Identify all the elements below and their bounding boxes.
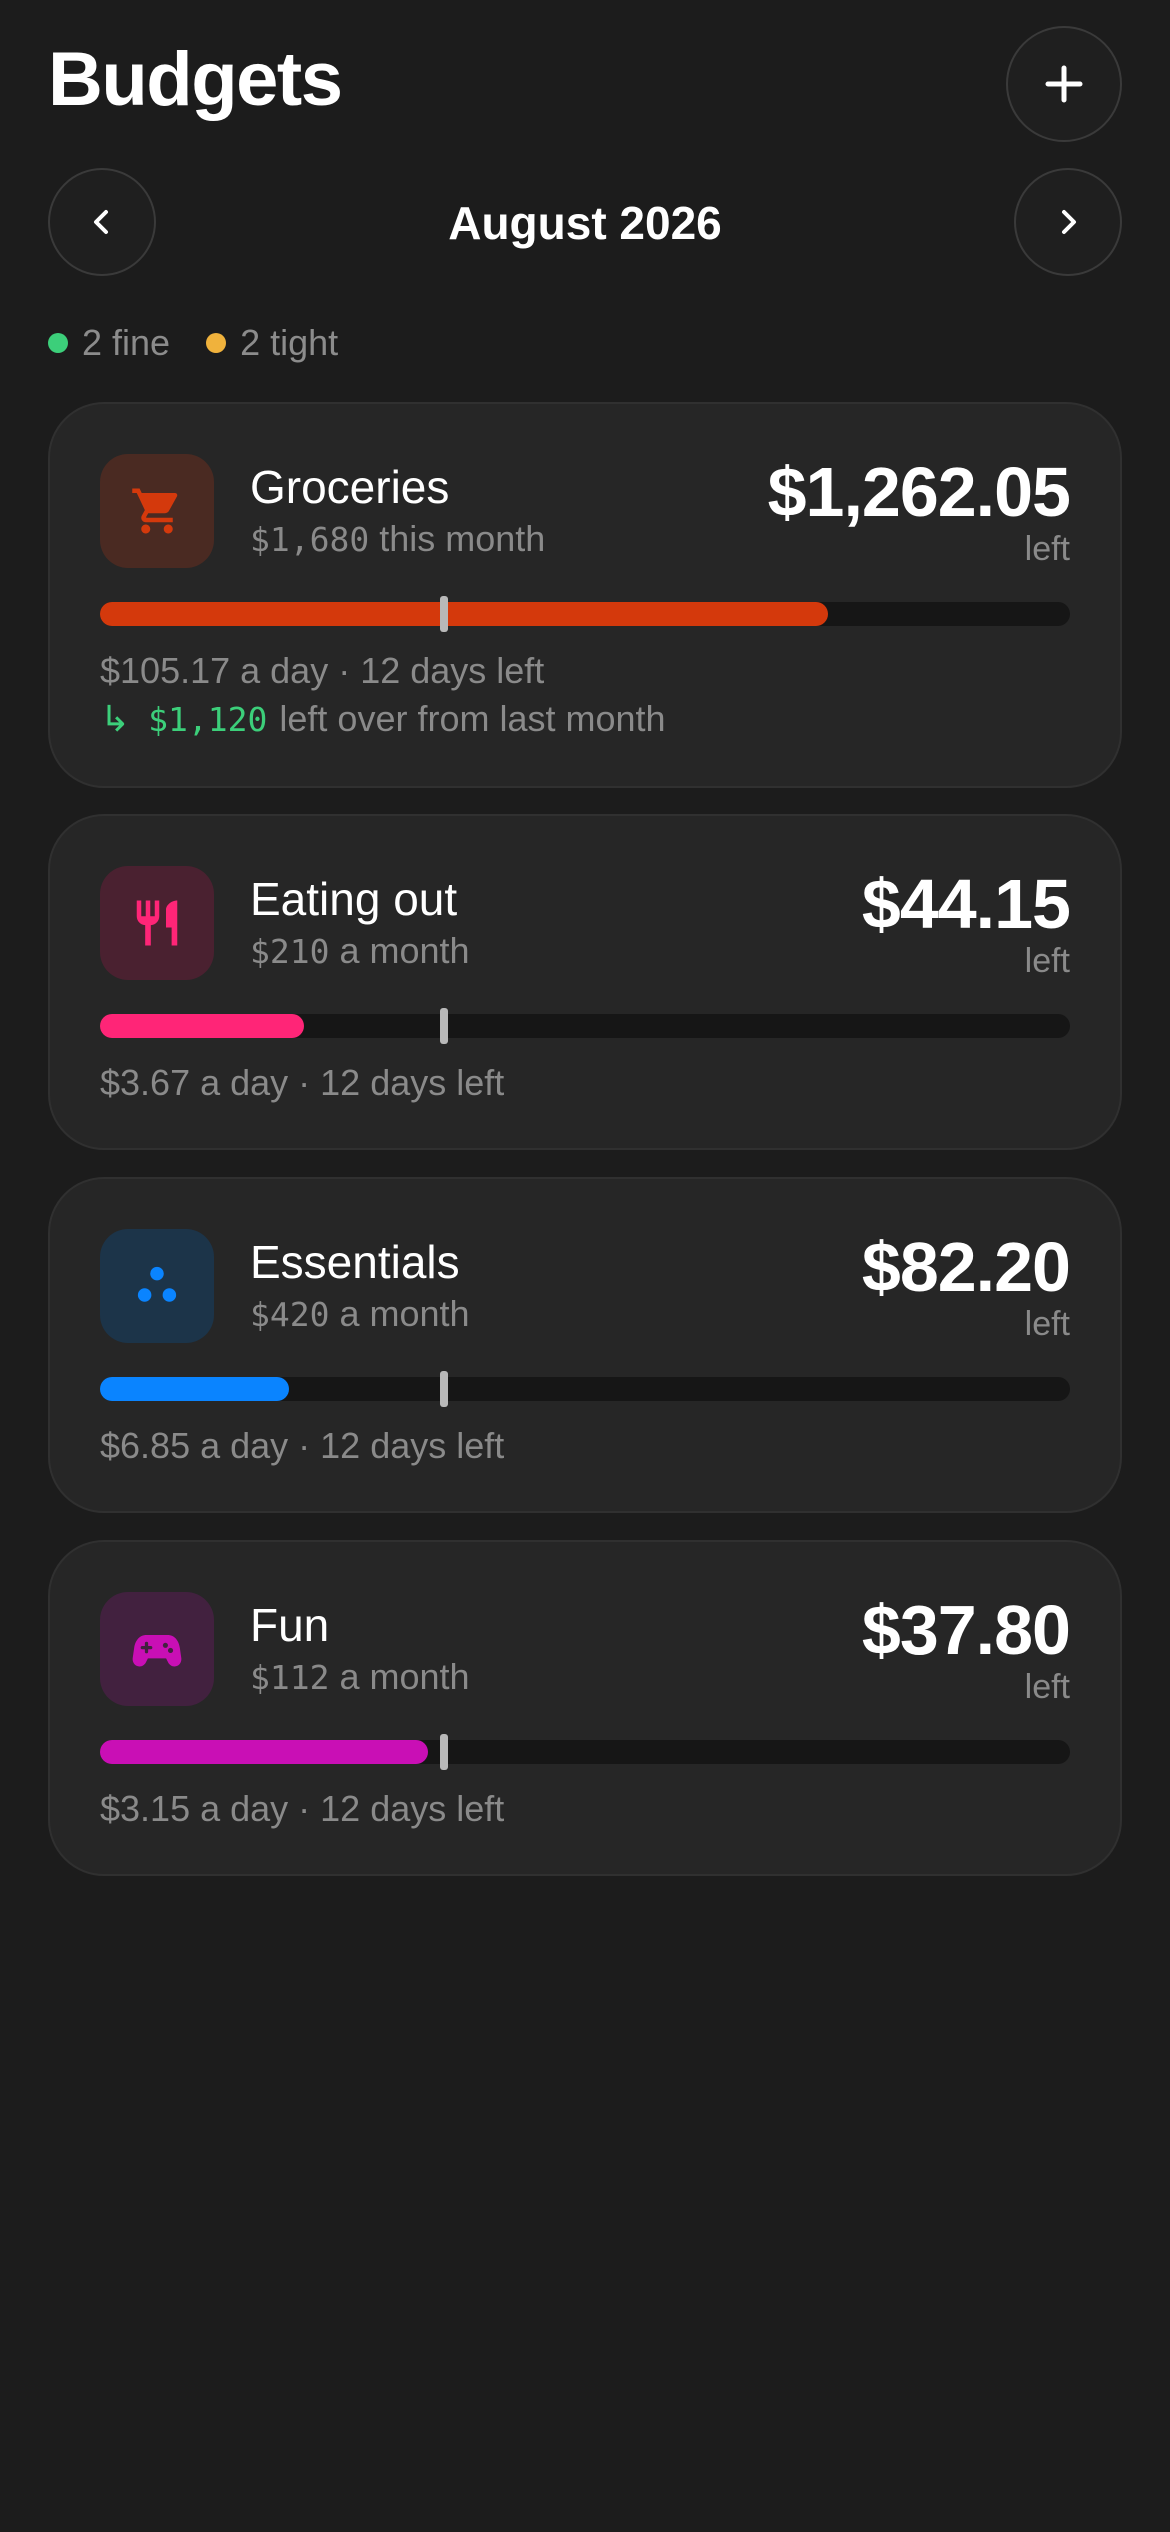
today-marker xyxy=(440,1734,449,1770)
amount-left: $1,262.05 xyxy=(767,453,1071,531)
gamepad-icon xyxy=(132,1635,182,1667)
progress-track xyxy=(100,596,1070,632)
budget-name: Fun xyxy=(250,1599,330,1651)
daily-allowance: $3.15 a day · 12 days left xyxy=(100,1788,505,1829)
amount-left-label: left xyxy=(1024,530,1070,568)
daily-allowance: $6.85 a day · 12 days left xyxy=(100,1425,505,1466)
budget-card-fun[interactable]: Fun $112 a month $37.80 left $3.15 a day… xyxy=(48,1540,1122,1876)
today-marker xyxy=(440,1371,449,1407)
budget-name: Essentials xyxy=(250,1236,460,1288)
amount-left: $44.15 xyxy=(861,865,1071,943)
budget-name: Groceries xyxy=(250,461,450,513)
fine-status-dot xyxy=(48,333,68,353)
progress-track xyxy=(100,1008,1070,1044)
budget-icon-tile xyxy=(100,1229,214,1343)
amount-left: $37.80 xyxy=(861,1591,1071,1669)
rollover-text: left over from last month xyxy=(279,698,666,739)
budget-card-essentials[interactable]: Essentials $420 a month $82.20 left $6.8… xyxy=(48,1177,1122,1513)
budget-icon-tile xyxy=(100,1592,214,1706)
plus-icon xyxy=(1045,65,1083,103)
rollover-arrow-icon: ↳ xyxy=(100,698,131,739)
budget-amount-line: $420 a month xyxy=(250,1293,470,1335)
three-dots-icon xyxy=(137,1266,177,1302)
rollover-amount: $1,120 xyxy=(148,700,268,739)
page-title: Budgets xyxy=(48,37,343,122)
add-budget-button[interactable] xyxy=(1006,26,1122,142)
month-label: August 2026 xyxy=(448,197,722,249)
fork-knife-icon xyxy=(136,900,178,946)
progress-fill xyxy=(100,1740,428,1764)
amount-left-label: left xyxy=(1024,942,1070,980)
amount-left: $82.20 xyxy=(861,1228,1071,1306)
budget-amount: $210 xyxy=(250,932,330,971)
budget-amount-line: $1,680 this month xyxy=(250,518,545,560)
amount-left-label: left xyxy=(1024,1668,1070,1706)
tight-status-dot xyxy=(206,333,227,353)
budget-icon-tile xyxy=(100,454,214,568)
daily-allowance: $105.17 a day · 12 days left xyxy=(100,650,545,691)
status-summary: 2 fine 2 tight xyxy=(48,322,374,364)
next-month-button[interactable] xyxy=(1014,168,1122,276)
budget-period: a month xyxy=(329,1656,470,1697)
amount-left-label: left xyxy=(1024,1305,1070,1343)
progress-fill xyxy=(100,1014,304,1038)
budget-period: this month xyxy=(369,518,546,559)
summary-tight: 2 tight xyxy=(206,322,338,364)
budget-amount-line: $112 a month xyxy=(250,1656,470,1698)
month-navigation: August 2026 xyxy=(48,168,1122,276)
chevron-right-icon xyxy=(1062,210,1076,234)
today-marker xyxy=(440,596,449,632)
budget-card-eating-out[interactable]: Eating out $210 a month $44.15 left $3.6… xyxy=(48,814,1122,1150)
budget-card-groceries[interactable]: Groceries $1,680 this month $1,262.05 le… xyxy=(48,402,1122,788)
budget-period: a month xyxy=(329,1293,470,1334)
daily-allowance: $3.67 a day · 12 days left xyxy=(100,1062,505,1103)
summary-fine: 2 fine xyxy=(48,322,170,364)
budget-name: Eating out xyxy=(250,873,458,925)
rollover-note: ↳ $1,120 left over from last month xyxy=(100,698,666,740)
budget-period: a month xyxy=(329,930,470,971)
progress-track xyxy=(100,1734,1070,1770)
progress-fill xyxy=(100,1377,290,1401)
budget-amount: $420 xyxy=(250,1295,330,1334)
progress-fill xyxy=(100,602,828,626)
header: Budgets xyxy=(48,22,1122,148)
fine-count-label: 2 fine xyxy=(82,322,171,363)
tight-count-label: 2 tight xyxy=(240,322,339,363)
budget-icon-tile xyxy=(100,866,214,980)
today-marker xyxy=(440,1008,449,1044)
budget-amount: $112 xyxy=(250,1658,330,1697)
cart-icon xyxy=(132,488,178,534)
budget-amount-line: $210 a month xyxy=(250,930,470,972)
budget-amount: $1,680 xyxy=(250,520,370,559)
progress-track xyxy=(100,1371,1070,1407)
